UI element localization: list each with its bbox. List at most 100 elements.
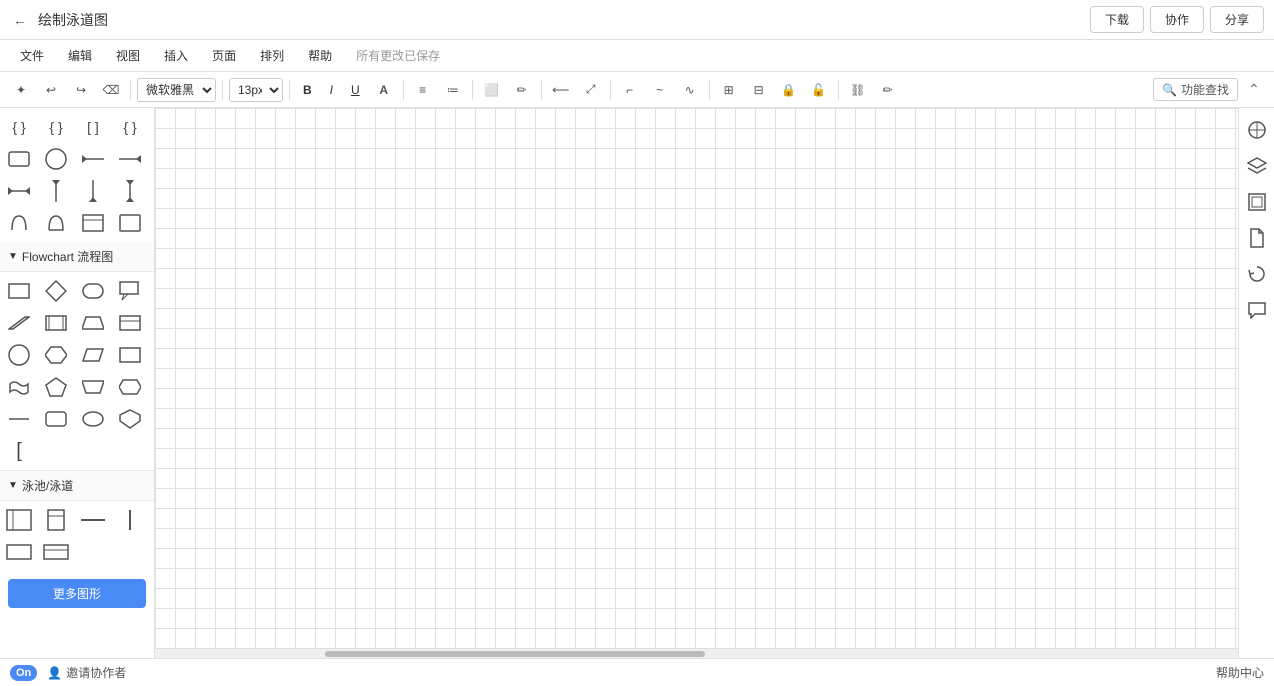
shape-item[interactable] xyxy=(78,208,108,238)
shape-item[interactable] xyxy=(4,144,34,174)
shape-item[interactable] xyxy=(115,208,145,238)
frame-button[interactable] xyxy=(1243,188,1271,216)
shape-item[interactable] xyxy=(41,144,71,174)
flowchart-shape-circle[interactable] xyxy=(4,340,34,370)
menu-item-insert[interactable]: 插入 xyxy=(154,43,198,68)
undo-button[interactable]: ↩ xyxy=(38,77,64,103)
font-color-button[interactable]: A xyxy=(371,77,397,103)
unlock-button[interactable]: 🔓 xyxy=(806,77,832,103)
flowchart-shape-bracket[interactable]: [ xyxy=(4,436,34,466)
shape-item[interactable] xyxy=(115,176,145,206)
underline-button[interactable]: U xyxy=(344,78,367,102)
flowchart-shape-rect4[interactable] xyxy=(41,404,71,434)
separator-6 xyxy=(541,80,542,100)
shape-item[interactable] xyxy=(41,176,71,206)
flowchart-shape-parallelogram[interactable] xyxy=(4,308,34,338)
group-button[interactable]: ⊞ xyxy=(716,77,742,103)
extra-button[interactable]: ∿ xyxy=(677,77,703,103)
font-size-select[interactable]: 13px xyxy=(229,78,283,102)
flow-button[interactable]: ⌐ xyxy=(617,77,643,103)
shape-item[interactable] xyxy=(41,208,71,238)
flowchart-shape-hexagon2[interactable] xyxy=(115,372,145,402)
comment-button[interactable] xyxy=(1243,296,1271,324)
link-button[interactable]: ⛓ xyxy=(845,77,871,103)
swimlane-shape-pool-v[interactable] xyxy=(41,505,71,535)
invite-button[interactable]: 👤 邀请协作者 xyxy=(47,664,126,681)
swimlane-shape-vline[interactable] xyxy=(115,505,145,535)
menu-item-arrange[interactable]: 排列 xyxy=(250,43,294,68)
flowchart-shape-rect2[interactable] xyxy=(41,308,71,338)
redo-button[interactable]: ↪ xyxy=(68,77,94,103)
menu-item-view[interactable]: 视图 xyxy=(106,43,150,68)
fill-color-button[interactable]: ⬜ xyxy=(479,77,505,103)
flowchart-arrow-icon: ▼ xyxy=(8,251,18,262)
select-tool-button[interactable]: ✦ xyxy=(8,77,34,103)
flowchart-section-header[interactable]: ▼ Flowchart 流程图 xyxy=(0,242,154,272)
history-button[interactable] xyxy=(1243,260,1271,288)
swimlane-shape-lane-v[interactable] xyxy=(41,537,71,567)
flowchart-shape-callout[interactable] xyxy=(115,276,145,306)
shape-item[interactable]: { } xyxy=(115,112,145,142)
collapse-toolbar-button[interactable]: ⌃ xyxy=(1242,78,1266,102)
connection-button[interactable]: ⤢ xyxy=(578,77,604,103)
shape-item[interactable]: { } xyxy=(41,112,71,142)
line-color-button[interactable]: ✏ xyxy=(509,77,535,103)
scrollbar-thumb[interactable] xyxy=(325,651,705,657)
compass-button[interactable] xyxy=(1243,116,1271,144)
align-left-button[interactable]: ⟵ xyxy=(548,77,574,103)
download-button[interactable]: 下载 xyxy=(1090,6,1144,33)
menu-item-edit[interactable]: 编辑 xyxy=(58,43,102,68)
flowchart-shape-shield[interactable] xyxy=(115,404,145,434)
search-button[interactable]: 🔍 功能查找 xyxy=(1153,78,1238,101)
shape-item[interactable] xyxy=(4,176,34,206)
flowchart-shape-trapezoid2[interactable] xyxy=(78,372,108,402)
flowchart-shape-divided-rect[interactable] xyxy=(115,308,145,338)
italic-button[interactable]: I xyxy=(323,78,340,102)
menu-item-file[interactable]: 文件 xyxy=(10,43,54,68)
shape-item[interactable] xyxy=(78,144,108,174)
canvas-area[interactable] xyxy=(155,108,1238,658)
flowchart-shape-trapezoid[interactable] xyxy=(78,308,108,338)
pen-button[interactable]: ✏ xyxy=(875,77,901,103)
lock-button[interactable]: 🔒 xyxy=(776,77,802,103)
connect-button[interactable]: ⊟ xyxy=(746,77,772,103)
bold-button[interactable]: B xyxy=(296,78,319,102)
horizontal-scrollbar[interactable] xyxy=(155,648,1238,658)
layers-button[interactable] xyxy=(1243,152,1271,180)
flowchart-shape-minus[interactable] xyxy=(4,404,34,434)
menu-item-help[interactable]: 帮助 xyxy=(298,43,342,68)
flowchart-shape-diamond[interactable] xyxy=(41,276,71,306)
swimlane-shape-lane-h[interactable] xyxy=(4,537,34,567)
swimlane-shape-hline[interactable] xyxy=(78,505,108,535)
font-family-select[interactable]: 微软雅黑 xyxy=(137,78,216,102)
flowchart-shape-parallelogram2[interactable] xyxy=(78,340,108,370)
back-button[interactable]: ← xyxy=(10,10,30,30)
flowchart-shape-oval[interactable] xyxy=(78,404,108,434)
shape-item[interactable] xyxy=(78,176,108,206)
flowchart-shape-pentagon[interactable] xyxy=(41,372,71,402)
flowchart-shape-hexagon[interactable] xyxy=(41,340,71,370)
flowchart-shape-rect3[interactable] xyxy=(115,340,145,370)
clear-button[interactable]: ⌫ xyxy=(98,77,124,103)
coop-button[interactable]: 协作 xyxy=(1150,6,1204,33)
flowchart-shape-rounded-rect[interactable] xyxy=(78,276,108,306)
list-button[interactable]: ≔ xyxy=(440,77,466,103)
swimlane-shape-pool-h[interactable] xyxy=(4,505,34,535)
flowchart-shape-rect[interactable] xyxy=(4,276,34,306)
help-center-link[interactable]: 帮助中心 xyxy=(1216,664,1264,681)
canvas[interactable] xyxy=(155,108,1238,658)
align-button[interactable]: ≡ xyxy=(410,77,436,103)
shape-item[interactable]: { } xyxy=(4,112,34,142)
share-button[interactable]: 分享 xyxy=(1210,6,1264,33)
shape-item[interactable] xyxy=(115,144,145,174)
status-bar: On 👤 邀请协作者 帮助中心 xyxy=(0,658,1274,686)
menu-item-page[interactable]: 页面 xyxy=(202,43,246,68)
flowchart-shape-wave[interactable] xyxy=(4,372,34,402)
waypoint-button[interactable]: ~ xyxy=(647,77,673,103)
swimlane-section-header[interactable]: ▼ 泳池/泳道 xyxy=(0,470,154,501)
separator-9 xyxy=(838,80,839,100)
shape-item[interactable]: [ ] xyxy=(78,112,108,142)
shape-item[interactable] xyxy=(4,208,34,238)
more-shapes-button[interactable]: 更多图形 xyxy=(8,579,146,608)
document-button[interactable] xyxy=(1243,224,1271,252)
